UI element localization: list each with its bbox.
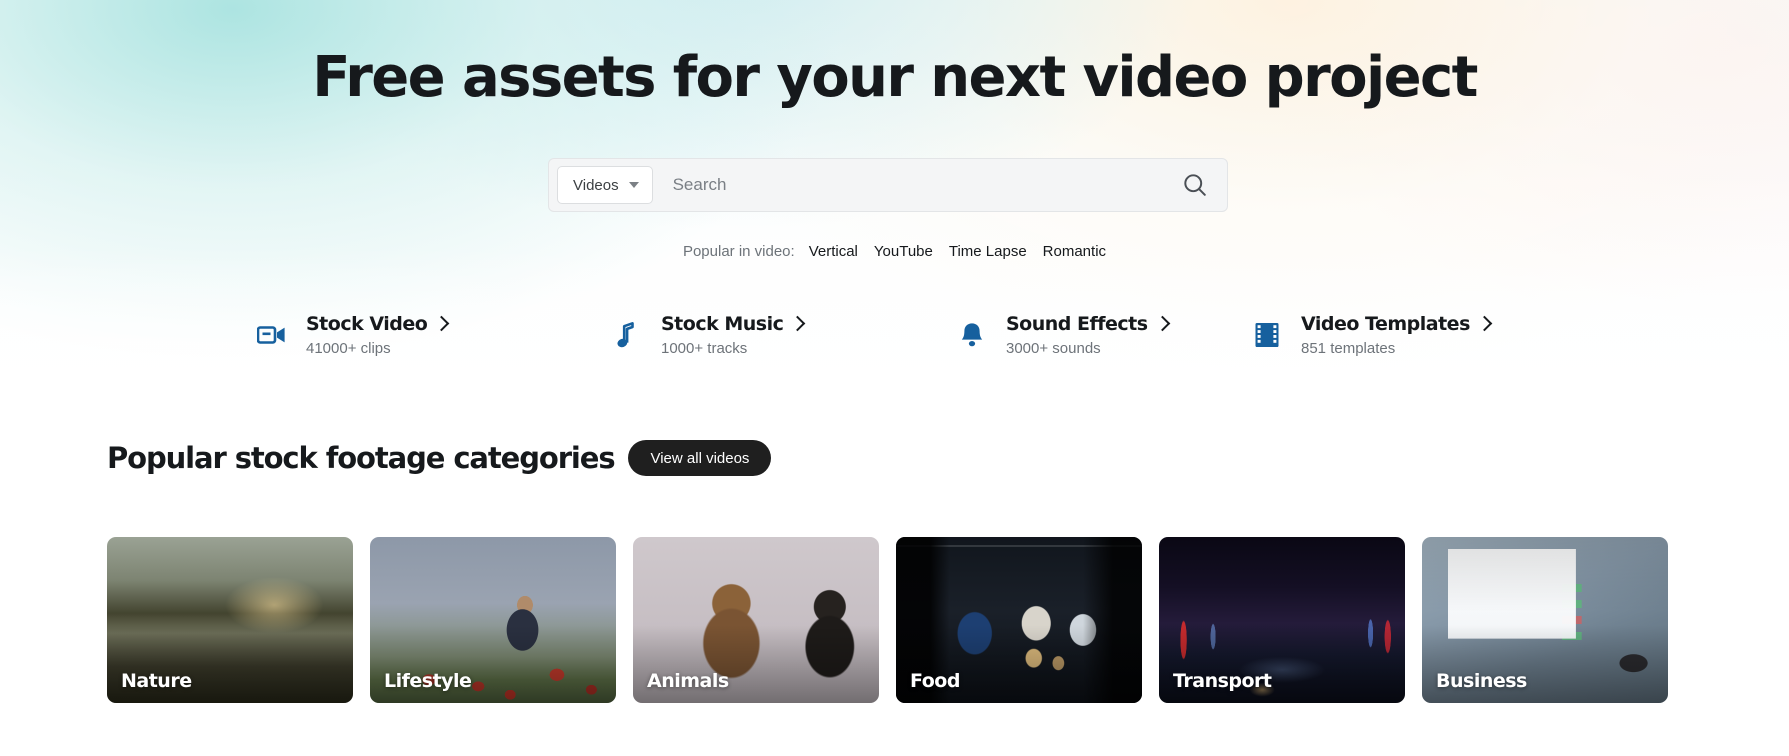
search-icon <box>1184 174 1206 196</box>
bell-icon <box>955 313 989 353</box>
asset-stat-video-templates[interactable]: Video Templates 851 templates <box>1250 313 1550 357</box>
asset-stat-title: Stock Video <box>306 313 428 335</box>
search-scope-dropdown[interactable]: Videos <box>557 166 653 204</box>
popular-tags-row: Popular in video: Vertical YouTube Time … <box>0 243 1789 260</box>
view-all-videos-button[interactable]: View all videos <box>628 440 772 476</box>
film-strip-icon <box>1250 313 1284 353</box>
category-card-lifestyle[interactable]: Lifestyle <box>370 537 616 703</box>
search-section: Videos <box>548 158 1228 212</box>
asset-stat-text: Stock Music 1000+ tracks <box>661 313 806 357</box>
category-card-nature[interactable]: Nature <box>107 537 353 703</box>
asset-stats-row: Stock Video 41000+ clips Stock Music 100… <box>0 313 1789 357</box>
asset-stat-count: 851 templates <box>1301 340 1396 357</box>
popular-tags-label: Popular in video: <box>682 243 795 260</box>
chevron-right-icon <box>790 315 806 331</box>
asset-stat-title: Stock Music <box>661 313 784 335</box>
video-camera-icon <box>255 313 289 353</box>
category-card-label: Transport <box>1173 670 1272 692</box>
category-card-business[interactable]: Business <box>1422 537 1668 703</box>
asset-stat-title-row[interactable]: Stock Video <box>306 313 450 335</box>
popular-tag-romantic[interactable]: Romantic <box>1043 243 1106 260</box>
categories-section-header: Popular stock footage categories View al… <box>107 440 772 476</box>
popular-tag-vertical[interactable]: Vertical <box>809 243 858 260</box>
asset-stat-count: 3000+ sounds <box>1006 340 1101 357</box>
categories-heading: Popular stock footage categories <box>107 441 616 475</box>
category-card-transport[interactable]: Transport <box>1159 537 1405 703</box>
asset-stat-text: Video Templates 851 templates <box>1301 313 1493 357</box>
chevron-right-icon <box>1476 315 1493 331</box>
asset-stat-title: Video Templates <box>1301 313 1470 335</box>
category-card-grid: Nature Lifestyle Animals Food Transport … <box>107 537 1682 703</box>
asset-stat-stock-music[interactable]: Stock Music 1000+ tracks <box>610 313 955 357</box>
popular-tag-time-lapse[interactable]: Time Lapse <box>949 243 1027 260</box>
category-card-label: Food <box>910 670 960 692</box>
asset-stat-count: 41000+ clips <box>306 340 391 357</box>
category-card-food[interactable]: Food <box>896 537 1142 703</box>
asset-stat-sound-effects[interactable]: Sound Effects 3000+ sounds <box>955 313 1250 357</box>
chevron-down-icon <box>628 182 639 188</box>
search-scope-label: Videos <box>573 176 619 194</box>
search-submit-button[interactable] <box>1171 161 1219 209</box>
page-title: Free assets for your next video project <box>312 45 1478 110</box>
asset-stat-text: Stock Video 41000+ clips <box>306 313 450 357</box>
asset-stat-count: 1000+ tracks <box>661 340 748 357</box>
category-card-animals[interactable]: Animals <box>633 537 879 703</box>
popular-tag-youtube[interactable]: YouTube <box>874 243 933 260</box>
search-bar[interactable]: Videos <box>548 158 1228 212</box>
chevron-right-icon <box>1154 315 1170 331</box>
asset-stat-text: Sound Effects 3000+ sounds <box>1006 313 1170 357</box>
search-input[interactable] <box>652 159 1171 211</box>
category-card-label: Nature <box>121 670 192 692</box>
category-card-label: Business <box>1436 670 1527 692</box>
asset-stat-title-row[interactable]: Video Templates <box>1301 313 1493 335</box>
music-note-icon <box>610 313 644 353</box>
asset-stat-title-row[interactable]: Sound Effects <box>1006 313 1170 335</box>
asset-stat-title: Sound Effects <box>1006 313 1148 335</box>
category-card-label: Lifestyle <box>384 670 472 692</box>
chevron-right-icon <box>433 315 450 331</box>
category-card-label: Animals <box>647 670 729 692</box>
page-root: Free assets for your next video project … <box>0 0 1789 756</box>
asset-stat-stock-video[interactable]: Stock Video 41000+ clips <box>255 313 610 357</box>
asset-stat-title-row[interactable]: Stock Music <box>661 313 806 335</box>
